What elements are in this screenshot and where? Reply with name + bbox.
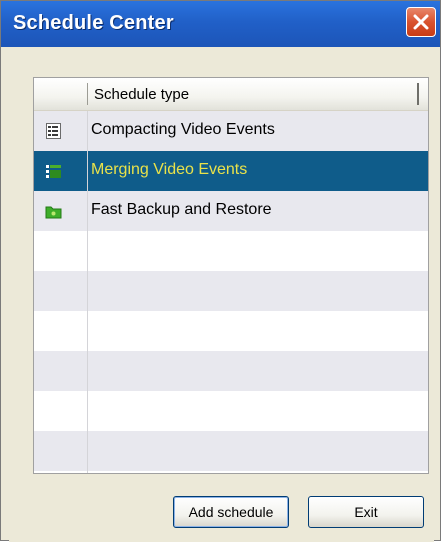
document-list-icon bbox=[46, 123, 61, 139]
empty-row bbox=[34, 351, 428, 391]
column-header-schedule-type[interactable]: Schedule type bbox=[94, 86, 189, 103]
schedule-type-list[interactable]: Schedule type Compacting Video Events Me… bbox=[33, 77, 429, 474]
list-item[interactable]: Fast Backup and Restore bbox=[34, 191, 428, 231]
dialog-body: Schedule type Compacting Video Events Me… bbox=[9, 47, 434, 542]
title-bar[interactable]: Schedule Center bbox=[1, 1, 440, 47]
list-item[interactable]: Merging Video Events bbox=[34, 151, 428, 191]
schedule-center-window: Schedule Center Schedule type Compacting… bbox=[0, 0, 441, 542]
header-separator[interactable] bbox=[417, 83, 419, 105]
list-item-label: Compacting Video Events bbox=[91, 121, 275, 138]
empty-row bbox=[34, 311, 428, 351]
list-item-label: Fast Backup and Restore bbox=[91, 201, 272, 218]
window-title: Schedule Center bbox=[13, 12, 174, 34]
list-item-label: Merging Video Events bbox=[91, 161, 248, 178]
add-schedule-button[interactable]: Add schedule bbox=[173, 496, 289, 528]
list-item[interactable]: Compacting Video Events bbox=[34, 111, 428, 151]
close-button[interactable] bbox=[406, 7, 436, 37]
exit-button[interactable]: Exit bbox=[308, 496, 424, 528]
empty-row bbox=[34, 391, 428, 431]
empty-row bbox=[34, 271, 428, 311]
list-header: Schedule type bbox=[34, 78, 428, 111]
column-divider bbox=[87, 111, 88, 473]
merge-grid-icon bbox=[46, 165, 61, 178]
close-icon bbox=[413, 14, 429, 30]
empty-row bbox=[34, 431, 428, 471]
empty-row bbox=[34, 231, 428, 271]
header-separator[interactable] bbox=[87, 83, 88, 105]
green-folder-icon bbox=[45, 206, 62, 219]
